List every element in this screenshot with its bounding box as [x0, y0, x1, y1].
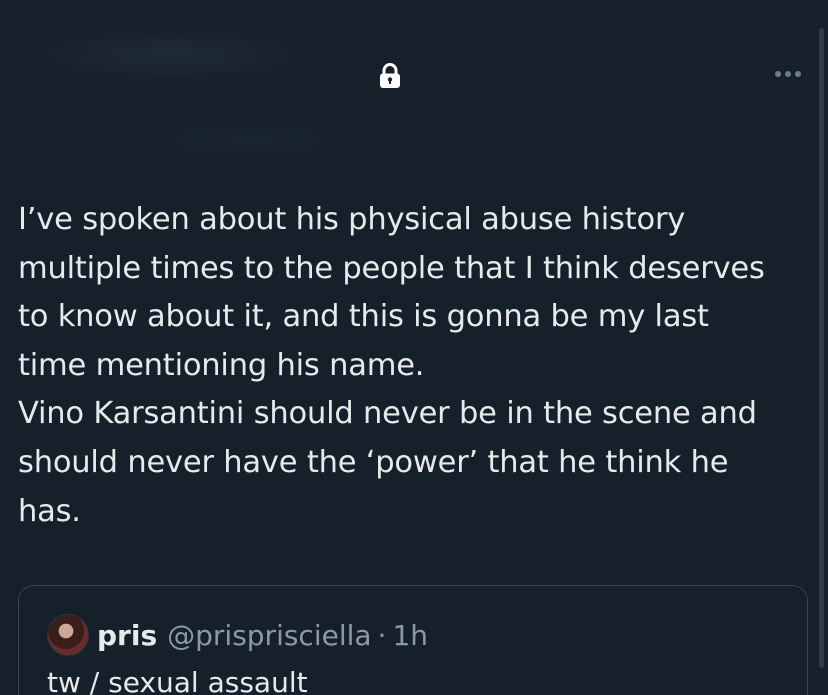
quoted-tweet-text: tw / sexual assault: [47, 666, 308, 695]
tweet-line: should never have the ‘power’ that he th…: [18, 444, 729, 480]
dot: [785, 71, 791, 77]
separator-dot: ·: [377, 618, 387, 652]
quoted-tweet-header: pris @prisprisciella · 1h: [47, 614, 428, 656]
more-options-icon[interactable]: [775, 66, 807, 82]
quoted-timestamp[interactable]: 1h: [392, 619, 428, 652]
tweet-line: to know about it, and this is gonna be m…: [18, 299, 709, 335]
dot: [795, 71, 801, 77]
avatar[interactable]: [47, 614, 89, 656]
tweet-line: time mentioning his name.: [18, 347, 425, 383]
lock-icon: [380, 63, 400, 88]
quoted-display-name[interactable]: pris: [97, 619, 157, 652]
quoted-handle[interactable]: @prisprisciella: [167, 619, 371, 652]
redacted-header: [0, 0, 828, 175]
tweet-line: has.: [18, 493, 81, 529]
tweet-line: Vino Karsantini should never be in the s…: [18, 396, 757, 432]
scrollbar[interactable]: [819, 28, 824, 668]
tweet-screen: I’ve spoken about his physical abuse his…: [0, 0, 828, 695]
dot: [775, 71, 781, 77]
quoted-tweet-card[interactable]: pris @prisprisciella · 1h tw / sexual as…: [18, 585, 808, 695]
tweet-line: I’ve spoken about his physical abuse his…: [18, 202, 686, 237]
tweet-line: multiple times to the people that I thin…: [18, 250, 765, 286]
tweet-text: I’ve spoken about his physical abuse his…: [18, 196, 814, 536]
